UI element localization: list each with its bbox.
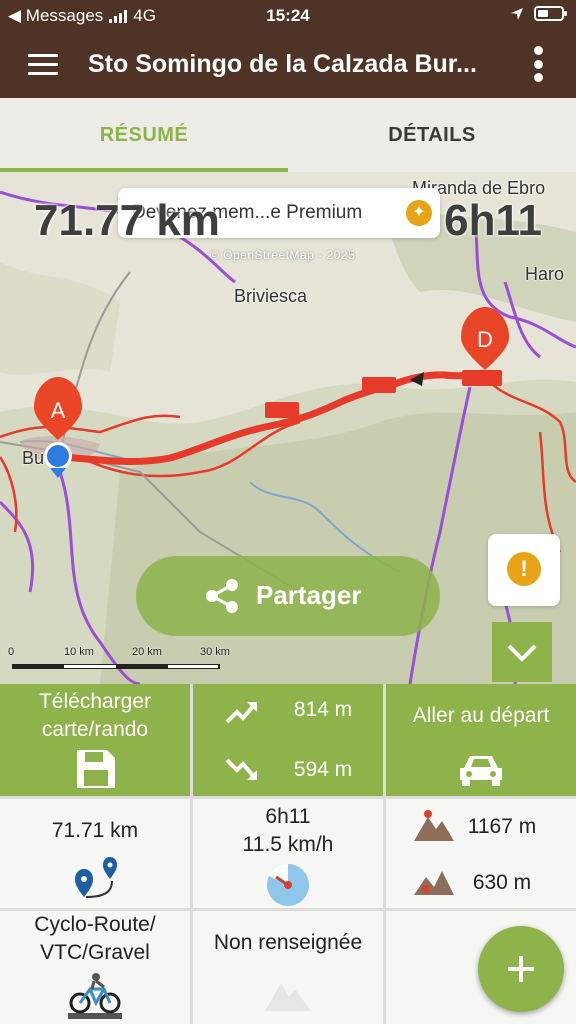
download-map-button[interactable]: Télécharger carte/rando xyxy=(0,684,190,796)
share-icon xyxy=(206,579,238,613)
max-altitude-value: 1167 m xyxy=(467,815,537,838)
chevron-down-icon xyxy=(507,644,537,662)
difficulty-value: Non renseignée xyxy=(213,931,363,954)
place-label-haro: Haro xyxy=(525,264,565,284)
difficulty-stat: Non renseignée xyxy=(193,911,383,1024)
scale-tick: 0 xyxy=(8,646,15,658)
descent-icon xyxy=(225,758,257,780)
start-marker-label: A xyxy=(50,398,66,423)
speed-value: 11.5 km/h xyxy=(242,833,334,856)
place-label-burgos: Bu xyxy=(22,448,45,468)
min-altitude-value: 630 m xyxy=(472,871,532,894)
tab-details[interactable]: DÉTAILS xyxy=(288,98,576,172)
distance-stat: 71.71 km xyxy=(0,799,190,908)
time-speed-stat: 6h11 11.5 km/h xyxy=(193,799,383,908)
activity-value: Cyclo-Route/ VTC/Gravel xyxy=(34,913,156,964)
distance-value: 71.71 km xyxy=(51,819,139,842)
end-marker-label: D xyxy=(477,327,493,352)
add-button[interactable] xyxy=(478,926,564,1012)
share-button[interactable]: Partager xyxy=(136,556,440,636)
go-to-start-label: Aller au départ xyxy=(412,704,550,727)
premium-star-icon: ✦ xyxy=(406,200,432,226)
descent-value: 594 m xyxy=(293,758,353,781)
time-value: 6h11 xyxy=(265,805,311,828)
share-label: Partager xyxy=(256,580,362,610)
bicycle-icon xyxy=(68,973,122,1019)
route-pins-icon xyxy=(75,857,117,898)
location-arrow-icon xyxy=(511,7,523,20)
car-icon xyxy=(460,756,502,786)
scale-tick: 20 km xyxy=(132,646,162,658)
download-label: Télécharger carte/rando xyxy=(38,690,152,741)
app-bar: Sto Somingo de la Calzada Bur... xyxy=(0,32,576,98)
map-scale: 0 10 km 20 km 30 km xyxy=(8,646,248,676)
tab-bar: RÉSUMÉ DÉTAILS xyxy=(0,98,576,172)
status-bar: ◀ Messages 4G 15:24 xyxy=(0,0,576,32)
route-map[interactable]: A D Miranda de Ebro Haro Briviesca Bu De… xyxy=(0,172,576,684)
total-duration: 6h11 xyxy=(444,196,542,245)
clock: 15:24 xyxy=(266,6,310,25)
min-altitude-icon xyxy=(414,871,454,895)
floppy-disk-icon xyxy=(77,750,115,788)
stopwatch-icon xyxy=(267,864,309,906)
ascent-icon xyxy=(225,702,257,724)
mountain-icon xyxy=(265,983,311,1011)
scale-tick: 10 km xyxy=(64,646,94,658)
elevation-gain-loss: 814 m 594 m xyxy=(193,684,383,796)
ascent-value: 814 m xyxy=(293,698,353,721)
battery-icon xyxy=(534,6,567,21)
warning-icon: ! xyxy=(507,552,541,586)
tab-resume[interactable]: RÉSUMÉ xyxy=(0,98,288,172)
report-issue-button[interactable]: ! xyxy=(488,534,560,606)
hamburger-menu-icon[interactable] xyxy=(28,54,58,76)
more-options-icon[interactable] xyxy=(534,46,544,82)
altitude-stat: 1167 m 630 m xyxy=(386,799,576,908)
map-attribution: © OpenStreetMap - 2025 xyxy=(210,248,356,262)
expand-map-button[interactable] xyxy=(492,622,552,682)
go-to-start-button[interactable]: Aller au départ xyxy=(386,684,576,796)
max-altitude-icon xyxy=(414,810,454,841)
total-distance: 71.77 km xyxy=(34,196,220,245)
scale-tick: 30 km xyxy=(200,646,230,658)
page-title: Sto Somingo de la Calzada Bur... xyxy=(88,50,477,78)
place-label-briviesca: Briviesca xyxy=(234,286,308,306)
activity-stat: Cyclo-Route/ VTC/Gravel xyxy=(0,911,190,1024)
